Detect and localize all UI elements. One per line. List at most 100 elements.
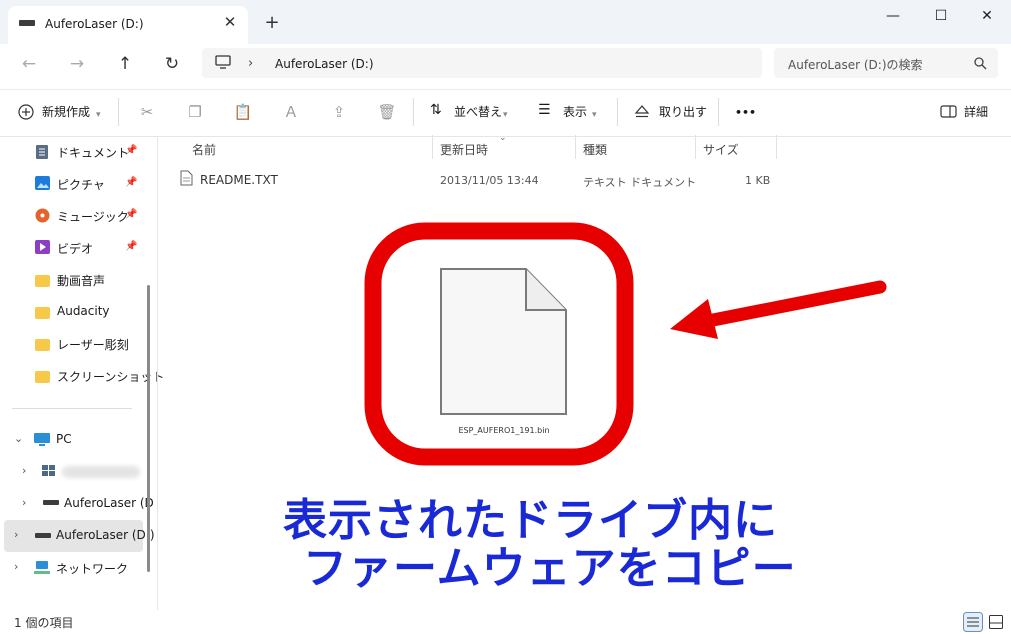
column-separator[interactable]	[432, 135, 433, 159]
sidebar-item-network[interactable]: › ネットワーク	[0, 553, 145, 583]
sidebar-item-label: ドキュメント	[57, 146, 130, 160]
details-button[interactable]: 詳細	[964, 104, 988, 120]
minimize-button[interactable]: —	[870, 0, 916, 32]
chevron-right-icon[interactable]: ›	[22, 496, 26, 509]
column-header-name[interactable]: 名前	[192, 141, 216, 158]
video-icon	[35, 240, 50, 254]
sort-button[interactable]: 並べ替え	[454, 104, 502, 120]
folder-icon	[35, 275, 50, 287]
sidebar-item-label: ネットワーク	[56, 562, 129, 576]
refresh-icon[interactable]: ↻	[157, 54, 187, 74]
column-header-date[interactable]: 更新日時	[440, 141, 488, 158]
share-icon[interactable]: ⇪	[329, 102, 349, 122]
new-button[interactable]: 新規作成	[42, 104, 90, 120]
chevron-right-icon[interactable]: ›	[14, 528, 18, 541]
search-icon[interactable]	[974, 57, 987, 70]
pc-icon	[34, 433, 50, 446]
toolbar-divider	[617, 98, 618, 126]
sidebar-item-label: AuferoLaser (D	[64, 496, 154, 510]
column-separator[interactable]	[575, 135, 576, 159]
text-file-icon	[180, 170, 193, 186]
toolbar-divider	[118, 98, 119, 126]
file-date: 2013/11/05 13:44	[440, 174, 539, 187]
new-chevron-icon[interactable]: ▾	[96, 107, 101, 123]
sidebar-item-music[interactable]: ミュージック 📌	[0, 201, 145, 231]
cut-icon[interactable]: ✂	[137, 102, 157, 122]
back-arrow-icon[interactable]: ←	[14, 54, 44, 74]
sidebar-item-label: ミュージック	[57, 210, 129, 224]
drive-icon	[19, 20, 35, 26]
pin-icon[interactable]: 📌	[125, 145, 137, 156]
chevron-right-icon[interactable]: ›	[22, 464, 26, 477]
bin-file-icon[interactable]	[440, 268, 568, 416]
pin-icon[interactable]: 📌	[125, 241, 137, 252]
sidebar-item-drive[interactable]: › AuferoLaser (D	[0, 489, 154, 519]
maximize-button[interactable]: ☐	[918, 0, 964, 32]
sidebar-item-folder[interactable]: 動画音声	[0, 265, 145, 295]
rename-icon[interactable]: Ａ	[281, 102, 301, 122]
column-header-size[interactable]: サイズ	[703, 141, 739, 158]
windows-drive-icon	[42, 465, 55, 476]
breadcrumb-drive[interactable]: AuferoLaser (D:)	[275, 57, 374, 71]
search-placeholder: AuferoLaser (D:)の検索	[788, 58, 923, 72]
sidebar-item-label: 動画音声	[57, 274, 106, 288]
pin-icon[interactable]: 📌	[125, 209, 137, 220]
chevron-down-icon[interactable]: ⌄	[14, 432, 23, 445]
file-size: 1 KB	[745, 174, 771, 187]
close-button[interactable]: ✕	[964, 0, 1010, 32]
sidebar-item-folder[interactable]: Audacity	[0, 297, 145, 327]
sidebar-item-video[interactable]: ビデオ 📌	[0, 233, 145, 263]
sidebar-item-label: レーザー彫刻	[57, 338, 129, 352]
new-plus-icon	[18, 104, 34, 120]
status-item-count: 1 個の項目	[14, 616, 74, 630]
view-icon: ☰	[538, 102, 551, 118]
annotation-line2: ファームウェアをコピー	[303, 543, 797, 594]
view-button[interactable]: 表示	[563, 104, 587, 120]
copy-icon[interactable]: ❐	[185, 102, 205, 122]
sidebar-item-folder[interactable]: レーザー彫刻	[0, 329, 145, 359]
tiles-view-icon[interactable]	[988, 614, 1004, 630]
network-icon	[34, 561, 50, 574]
sidebar-scrollbar[interactable]	[147, 285, 150, 572]
sort-chevron-icon[interactable]: ▾	[503, 107, 508, 123]
forward-arrow-icon[interactable]: →	[62, 54, 92, 74]
details-view-icon[interactable]	[963, 612, 983, 632]
paste-icon[interactable]: 📋	[233, 102, 253, 122]
file-type: テキスト ドキュメント	[583, 176, 697, 189]
sidebar-item-documents[interactable]: ドキュメント 📌	[0, 137, 145, 167]
column-separator[interactable]	[695, 135, 696, 159]
more-options-icon[interactable]: •••	[735, 105, 756, 121]
sidebar-item-folder[interactable]: スクリーンショット	[0, 361, 164, 391]
new-tab-button[interactable]: +	[262, 13, 282, 33]
blurred-label	[62, 466, 140, 478]
column-header-type[interactable]: 種類	[583, 141, 607, 158]
document-icon	[36, 145, 48, 159]
delete-icon[interactable]: 🗑	[377, 102, 397, 122]
breadcrumb-separator: ›	[248, 56, 254, 71]
tab-close-icon[interactable]: ✕	[220, 12, 240, 32]
chevron-right-icon[interactable]: ›	[14, 560, 18, 573]
toolbar-divider	[413, 98, 414, 126]
pin-icon[interactable]: 📌	[125, 177, 137, 188]
eject-icon	[634, 105, 650, 118]
column-separator[interactable]	[776, 135, 777, 159]
folder-icon	[35, 307, 50, 319]
eject-button[interactable]: 取り出す	[659, 104, 707, 120]
view-chevron-icon[interactable]: ▾	[592, 107, 597, 123]
sidebar-item-label: AuferoLaser (D:)	[56, 528, 155, 542]
sidebar-divider	[12, 408, 132, 409]
drive-icon	[43, 500, 59, 505]
sidebar-item-label: ピクチャ	[57, 178, 105, 192]
drive-icon	[35, 533, 51, 538]
sidebar-item-drive-blurred[interactable]: ›	[0, 457, 145, 487]
sidebar-item-pc[interactable]: ⌄ PC	[0, 425, 145, 455]
sidebar-item-label: PC	[56, 432, 72, 446]
sidebar-item-pictures[interactable]: ピクチャ 📌	[0, 169, 145, 199]
sidebar-item-selected[interactable]: › AuferoLaser (D:)	[4, 520, 155, 552]
pc-monitor-icon	[215, 55, 231, 69]
pictures-icon	[35, 176, 50, 190]
toolbar-divider	[718, 98, 719, 126]
up-arrow-icon[interactable]: ↑	[110, 54, 140, 74]
pane-divider	[157, 136, 158, 610]
sort-indicator-icon: ⌄	[499, 133, 507, 143]
